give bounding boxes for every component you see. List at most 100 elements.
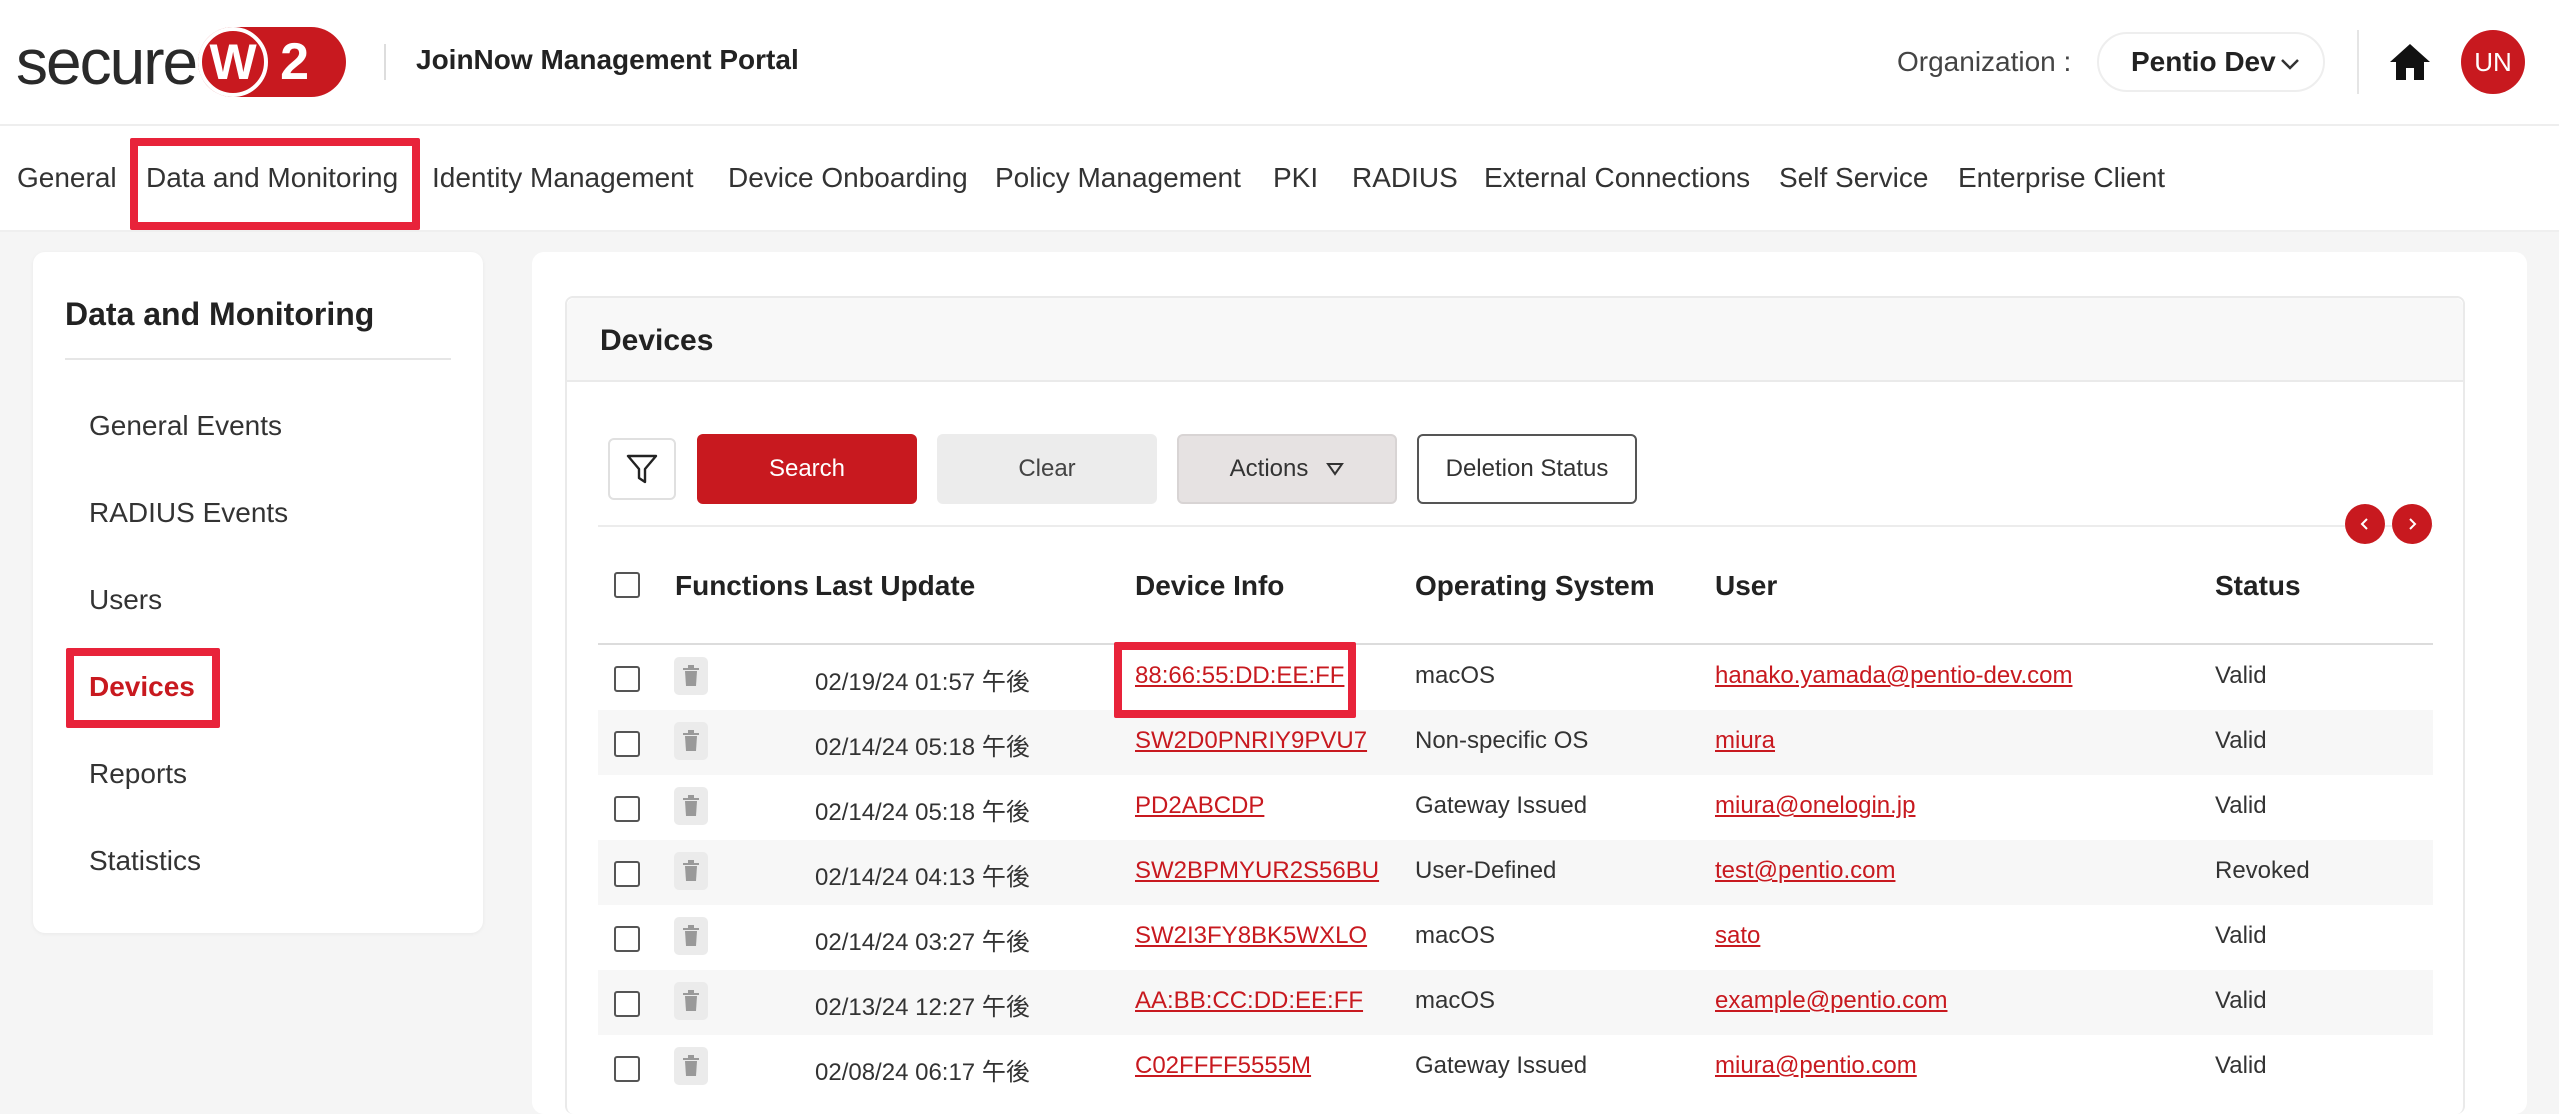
nav-highlight-box [130, 138, 420, 230]
delete-button[interactable] [674, 852, 708, 890]
user-link[interactable]: sato [1715, 922, 1760, 950]
filter-button[interactable] [608, 438, 676, 500]
device-info-link[interactable]: C02FFFF5555M [1135, 1052, 1311, 1080]
sidebar-highlight-box [66, 648, 220, 728]
sidebar-item-general-events[interactable]: General Events [89, 410, 282, 442]
table-row: 02/14/24 05:18 午後 PD2ABCDP Gateway Issue… [598, 775, 2433, 840]
delete-button[interactable] [674, 917, 708, 955]
actions-label: Actions [1229, 455, 1309, 482]
column-header-operating-system[interactable]: Operating System [1415, 570, 1655, 602]
column-header-status[interactable]: Status [2215, 570, 2301, 602]
delete-button[interactable] [674, 657, 708, 695]
sidebar-item-reports[interactable]: Reports [89, 758, 187, 790]
device-info-link[interactable]: AA:BB:CC:DD:EE:FF [1135, 987, 1363, 1015]
user-link[interactable]: miura@pentio.com [1715, 1052, 1917, 1080]
device-info-link[interactable]: SW2BPMYUR2S56BU [1135, 857, 1379, 885]
user-link[interactable]: example@pentio.com [1715, 987, 1947, 1015]
nav-radius[interactable]: RADIUS [1352, 162, 1458, 194]
nav-pki[interactable]: PKI [1273, 162, 1318, 194]
os-cell: Gateway Issued [1415, 1052, 1588, 1079]
row-checkbox[interactable] [614, 731, 640, 757]
status-cell: Valid [2215, 792, 2267, 819]
nav-enterprise-client[interactable]: Enterprise Client [1958, 162, 2165, 194]
trash-icon [683, 665, 699, 686]
actions-button[interactable]: Actions [1177, 434, 1397, 504]
status-cell: Valid [2215, 922, 2267, 949]
table-row: 02/08/24 06:17 午後 C02FFFF5555M Gateway I… [598, 1035, 2433, 1100]
status-cell: Valid [2215, 662, 2267, 689]
home-icon[interactable] [2388, 40, 2432, 84]
delete-button[interactable] [674, 787, 708, 825]
sidebar-item-users[interactable]: Users [89, 584, 162, 616]
trash-icon [683, 795, 699, 816]
filter-icon [626, 454, 658, 484]
status-cell: Valid [2215, 727, 2267, 754]
organization-value: Pentio Dev [2131, 46, 2276, 77]
next-page-button[interactable] [2392, 504, 2432, 544]
user-link[interactable]: hanako.yamada@pentio-dev.com [1715, 662, 2072, 690]
logo-badge: W 2 [198, 27, 347, 97]
table-row: 02/14/24 05:18 午後 SW2D0PNRIY9PVU7 Non-sp… [598, 710, 2433, 775]
user-avatar[interactable]: UN [2461, 30, 2525, 94]
column-header-functions[interactable]: Functions [675, 570, 809, 602]
nav-self-service[interactable]: Self Service [1779, 162, 1928, 194]
last-update-cell: 02/14/24 04:13 午後 [815, 864, 1030, 891]
nav-general[interactable]: General [17, 162, 117, 194]
column-header-user[interactable]: User [1715, 570, 1777, 602]
last-update-cell: 02/08/24 06:17 午後 [815, 1059, 1030, 1086]
select-all-checkbox[interactable] [614, 572, 640, 598]
trash-icon [683, 990, 699, 1011]
table-row: 02/13/24 12:27 午後 AA:BB:CC:DD:EE:FF macO… [598, 970, 2433, 1035]
user-link[interactable]: test@pentio.com [1715, 857, 1895, 885]
nav-device-onboarding[interactable]: Device Onboarding [728, 162, 968, 194]
organization-select[interactable]: Pentio Dev [2097, 32, 2325, 92]
status-cell: Valid [2215, 987, 2267, 1014]
row-checkbox[interactable] [614, 666, 640, 692]
prev-page-button[interactable] [2345, 504, 2385, 544]
nav-external-connections[interactable]: External Connections [1484, 162, 1750, 194]
row-checkbox[interactable] [614, 1056, 640, 1082]
logo-w: W [198, 27, 269, 97]
delete-button[interactable] [674, 982, 708, 1020]
triangle-down-icon [1326, 463, 1345, 476]
device-info-link[interactable]: SW2I3FY8BK5WXLO [1135, 922, 1367, 950]
user-link[interactable]: miura@onelogin.jp [1715, 792, 1915, 820]
trash-icon [683, 925, 699, 946]
securew2-logo[interactable]: secure W 2 [16, 26, 347, 98]
delete-button[interactable] [674, 722, 708, 760]
nav-identity-management[interactable]: Identity Management [432, 162, 694, 194]
row-checkbox[interactable] [614, 796, 640, 822]
column-header-device-info[interactable]: Device Info [1135, 570, 1284, 602]
nav-policy-management[interactable]: Policy Management [995, 162, 1241, 194]
delete-button[interactable] [674, 1047, 708, 1085]
column-header-last-update[interactable]: Last Update [815, 570, 975, 602]
os-cell: User-Defined [1415, 857, 1557, 884]
user-link[interactable]: miura [1715, 727, 1775, 755]
sidebar-item-radius-events[interactable]: RADIUS Events [89, 497, 288, 529]
device-info-link[interactable]: SW2D0PNRIY9PVU7 [1135, 727, 1367, 755]
last-update-cell: 02/14/24 05:18 午後 [815, 734, 1030, 761]
sidebar: Data and Monitoring General Events RADIU… [33, 252, 483, 933]
toolbar-divider [598, 525, 2433, 527]
sidebar-item-statistics[interactable]: Statistics [89, 845, 201, 877]
os-cell: Gateway Issued [1415, 792, 1588, 819]
trash-icon [683, 730, 699, 751]
table-row: 02/14/24 03:27 午後 SW2I3FY8BK5WXLO macOS … [598, 905, 2433, 970]
clear-button[interactable]: Clear [937, 434, 1157, 504]
row-checkbox[interactable] [614, 861, 640, 887]
sidebar-title: Data and Monitoring [65, 296, 375, 332]
row-checkbox[interactable] [614, 991, 640, 1017]
row-checkbox[interactable] [614, 926, 640, 952]
os-cell: macOS [1415, 662, 1496, 689]
sidebar-divider [65, 358, 451, 360]
last-update-cell: 02/14/24 05:18 午後 [815, 799, 1030, 826]
last-update-cell: 02/13/24 12:27 午後 [815, 994, 1030, 1021]
deletion-status-button[interactable]: Deletion Status [1417, 434, 1637, 504]
device-info-highlight-box [1114, 642, 1356, 718]
search-button[interactable]: Search [697, 434, 917, 504]
chevron-down-icon [2281, 59, 2299, 70]
trash-icon [683, 860, 699, 881]
status-cell: Revoked [2215, 857, 2310, 884]
table-row: 02/19/24 01:57 午後 88:66:55:DD:EE:FF macO… [598, 645, 2433, 710]
device-info-link[interactable]: PD2ABCDP [1135, 792, 1264, 820]
